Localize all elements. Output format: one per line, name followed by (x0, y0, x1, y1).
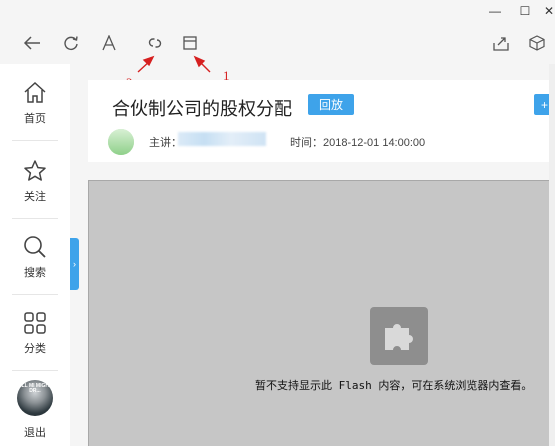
sidebar-item-category[interactable]: 分类 (0, 296, 70, 368)
avatar[interactable]: ALL MI MIGHT DR... (17, 380, 53, 416)
sidebar-item-search[interactable]: 搜索 (0, 220, 70, 292)
divider (12, 294, 58, 295)
course-time: 时间：2018-12-01 14:00:00 (290, 137, 426, 149)
sidebar-item-logout[interactable]: ALL MI MIGHT DR... 退出 (0, 372, 70, 446)
scrollbar[interactable] (549, 64, 555, 446)
sidebar-item-label: 关注 (24, 191, 46, 203)
sidebar-item-follow[interactable]: 关注 (0, 144, 70, 216)
sidebar-collapse-toggle[interactable]: › (70, 238, 79, 290)
flash-player-area[interactable]: 暂不支持显示此 Flash 内容，可在系统浏览器内查看。 (88, 180, 555, 446)
sidebar-item-home[interactable]: 首页 (0, 66, 70, 138)
replay-button[interactable]: 回放 (308, 94, 354, 115)
sidebar: 首页 关注 搜索 分类 ALL MI MIGHT DR... 退出 (0, 64, 70, 446)
sidebar-item-label: 搜索 (24, 267, 46, 279)
sidebar-item-label: 首页 (24, 113, 46, 125)
main-content: 合伙制公司的股权分配 回放 + 主讲： 时间：2018-12-01 14:00:… (88, 80, 555, 446)
flash-unsupported-message: 暂不支持显示此 Flash 内容，可在系统浏览器内查看。 (255, 379, 533, 392)
divider (12, 370, 58, 371)
star-icon (22, 158, 48, 184)
chevron-right-icon: › (73, 259, 76, 269)
home-icon (22, 80, 48, 106)
divider (12, 218, 58, 219)
lecturer-avatar (108, 129, 134, 155)
search-icon (22, 234, 48, 260)
plugin-puzzle-icon (370, 307, 428, 365)
sidebar-item-label: 退出 (24, 427, 46, 439)
course-title: 合伙制公司的股权分配 (112, 99, 292, 119)
lecturer-name-blurred (178, 132, 266, 146)
app-window: — ☐ ✕ 1 首页 关注 搜索 分类 ALL MI MIGHT DR... 退… (0, 0, 555, 446)
sidebar-item-label: 分类 (24, 343, 46, 355)
avatar-text: ALL MI MIGHT DR... (17, 383, 53, 394)
divider (12, 140, 58, 141)
course-info-card: 合伙制公司的股权分配 回放 + 主讲： 时间：2018-12-01 14:00:… (88, 80, 555, 162)
grid-icon (22, 310, 48, 336)
